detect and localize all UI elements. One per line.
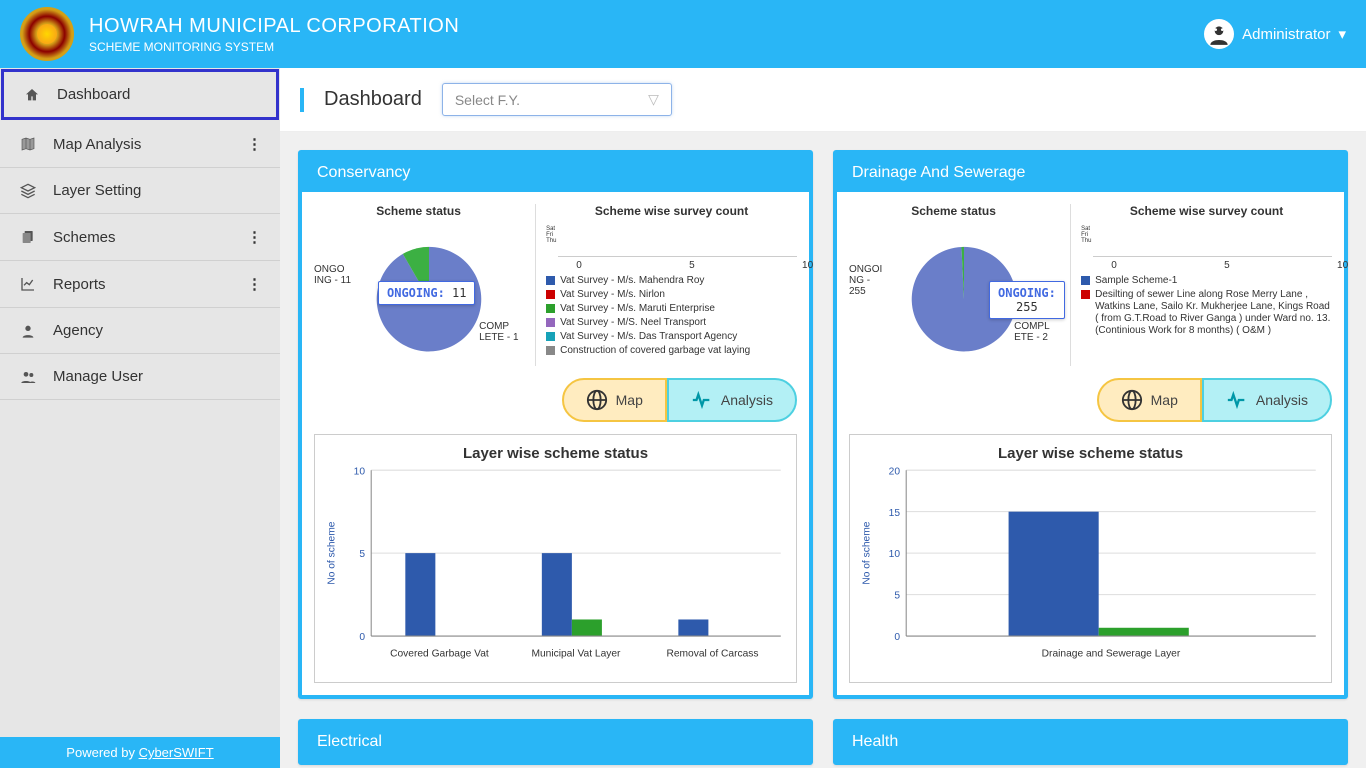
map-icon [18, 136, 38, 152]
legend-swatch [1081, 276, 1090, 285]
user-menu[interactable]: Administrator ▾ [1204, 19, 1346, 49]
header-brand: HOWRAH MUNICIPAL CORPORATION SCHEME MONI… [20, 7, 459, 61]
sidebar: Dashboard Map Analysis ⋮ Layer Setting S… [0, 68, 280, 768]
legend-item: Vat Survey - M/S. Neel Transport [546, 317, 797, 329]
pulse-icon [691, 389, 713, 411]
pie-chart: Scheme status ONGO ING - 11 COMP LETE - … [314, 204, 523, 366]
svg-text:No of scheme: No of scheme [861, 521, 872, 584]
map-button[interactable]: Map [562, 378, 667, 422]
panel-drainage-and-sewerage: Drainage And Sewerage Scheme status ONGO… [833, 150, 1348, 699]
sidebar-item-label: Layer Setting [53, 182, 141, 199]
legend-swatch [546, 290, 555, 299]
svg-text:0: 0 [359, 632, 365, 643]
svg-text:5: 5 [359, 549, 365, 560]
user-label: Administrator [1242, 26, 1330, 43]
svg-text:5: 5 [894, 591, 900, 602]
svg-text:Removal of Carcass: Removal of Carcass [666, 649, 758, 660]
chart-icon [18, 276, 38, 292]
home-icon [22, 87, 42, 103]
chevron-down-icon: ▽ [648, 91, 659, 108]
panel-header: Conservancy [302, 154, 809, 192]
svg-text:15: 15 [889, 508, 901, 519]
footer-link[interactable]: CyberSWIFT [139, 745, 214, 760]
svg-text:Covered Garbage Vat: Covered Garbage Vat [390, 649, 489, 660]
sidebar-item-agency[interactable]: Agency [0, 308, 280, 354]
pie-chart: Scheme status ONGOI NG - 255 COMPL ETE -… [849, 204, 1058, 366]
legend-swatch [546, 304, 555, 313]
sidebar-item-schemes[interactable]: Schemes ⋮ [0, 214, 280, 261]
more-icon[interactable]: ⋮ [247, 228, 262, 246]
app-header: HOWRAH MUNICIPAL CORPORATION SCHEME MONI… [0, 0, 1366, 68]
org-subtitle: SCHEME MONITORING SYSTEM [89, 40, 459, 54]
dashboard-grid: Conservancy Scheme status ONGO ING - 11 … [280, 132, 1366, 768]
panel-header: Electrical [302, 723, 809, 761]
sidebar-item-label: Dashboard [57, 86, 130, 103]
survey-list: Scheme wise survey count SatFriThu 0510 … [1070, 204, 1332, 366]
avatar [1204, 19, 1234, 49]
bar-chart: Layer wise scheme status 05101520No of s… [849, 434, 1332, 683]
panel-header: Health [837, 723, 1344, 761]
panel-conservancy: Conservancy Scheme status ONGO ING - 11 … [298, 150, 813, 699]
content-area: Dashboard Select F.Y. ▽ Conservancy Sche… [280, 68, 1366, 768]
pulse-icon [1226, 389, 1248, 411]
legend-item: Vat Survey - M/s. Nirlon [546, 289, 797, 301]
analysis-button[interactable]: Analysis [1202, 378, 1332, 422]
sidebar-item-label: Agency [53, 322, 103, 339]
pie-tooltip: ONGOING: 255 [989, 281, 1065, 319]
analysis-button[interactable]: Analysis [667, 378, 797, 422]
legend-swatch [546, 318, 555, 327]
page-title: Dashboard [324, 88, 422, 111]
legend-swatch [1081, 290, 1090, 299]
users-icon [18, 369, 38, 385]
svg-text:Drainage and Sewerage Layer: Drainage and Sewerage Layer [1042, 649, 1181, 660]
globe-icon [1121, 389, 1143, 411]
svg-text:No of scheme: No of scheme [326, 521, 337, 584]
legend-item: Vat Survey - M/s. Mahendra Roy [546, 275, 797, 287]
accent-bar [300, 88, 304, 112]
org-logo [20, 7, 74, 61]
sidebar-item-map-analysis[interactable]: Map Analysis ⋮ [0, 121, 280, 168]
mini-axis: SatFriThu 0510 [546, 226, 797, 271]
sidebar-item-label: Reports [53, 276, 106, 293]
page-header: Dashboard Select F.Y. ▽ [280, 68, 1366, 132]
legend-item: Sample Scheme-1 [1081, 275, 1332, 287]
org-title: HOWRAH MUNICIPAL CORPORATION [89, 15, 459, 38]
legend-swatch [546, 332, 555, 341]
legend-swatch [546, 276, 555, 285]
more-icon[interactable]: ⋮ [247, 275, 262, 293]
sidebar-item-layer-setting[interactable]: Layer Setting [0, 168, 280, 214]
sidebar-item-dashboard[interactable]: Dashboard [1, 69, 279, 120]
svg-text:10: 10 [889, 549, 901, 560]
sidebar-item-label: Schemes [53, 229, 116, 246]
globe-icon [586, 389, 608, 411]
bar-chart: Layer wise scheme status 0510No of schem… [314, 434, 797, 683]
sidebar-footer: Powered by CyberSWIFT [0, 737, 280, 768]
sidebar-item-manage-user[interactable]: Manage User [0, 354, 280, 400]
svg-text:Municipal Vat Layer: Municipal Vat Layer [531, 649, 621, 660]
panel-electrical: Electrical [298, 719, 813, 765]
layers-icon [18, 183, 38, 199]
fy-select[interactable]: Select F.Y. ▽ [442, 83, 672, 116]
legend-item: Vat Survey - M/s. Maruti Enterprise [546, 303, 797, 315]
sidebar-item-reports[interactable]: Reports ⋮ [0, 261, 280, 308]
legend-item: Vat Survey - M/s. Das Transport Agency [546, 331, 797, 343]
svg-text:0: 0 [894, 632, 900, 643]
legend-swatch [546, 346, 555, 355]
panel-health: Health [833, 719, 1348, 765]
more-icon[interactable]: ⋮ [247, 135, 262, 153]
sidebar-item-label: Map Analysis [53, 136, 141, 153]
legend-item: Desilting of sewer Line along Rose Merry… [1081, 289, 1332, 337]
survey-list: Scheme wise survey count SatFriThu 0510 … [535, 204, 797, 366]
panel-header: Drainage And Sewerage [837, 154, 1344, 192]
user-icon [18, 323, 38, 339]
copy-icon [18, 229, 38, 245]
legend-item: Construction of covered garbage vat layi… [546, 345, 797, 357]
pie-tooltip: ONGOING: 11 [378, 281, 475, 305]
svg-text:20: 20 [889, 466, 901, 477]
svg-text:10: 10 [354, 466, 366, 477]
sidebar-item-label: Manage User [53, 368, 143, 385]
caret-down-icon: ▾ [1338, 25, 1346, 43]
mini-axis: SatFriThu 0510 [1081, 226, 1332, 271]
map-button[interactable]: Map [1097, 378, 1202, 422]
